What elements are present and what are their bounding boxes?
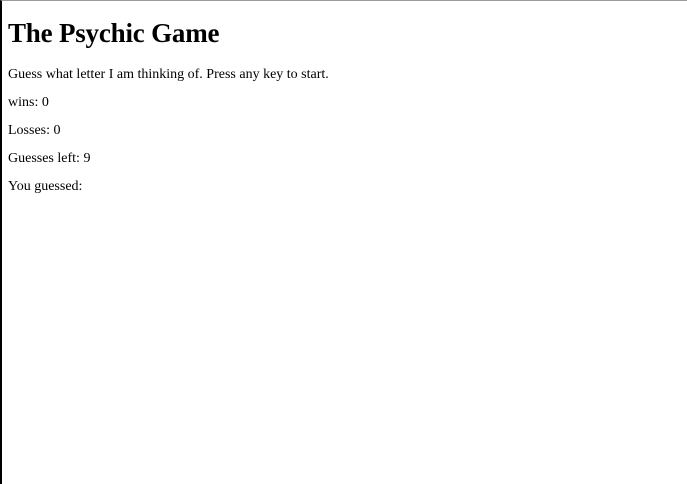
wins-label: wins: <box>8 95 42 110</box>
guesses-left-stat: Guesses left: 9 <box>8 151 687 167</box>
losses-label: Losses: <box>8 123 54 138</box>
losses-stat: Losses: 0 <box>8 123 687 139</box>
wins-stat: wins: 0 <box>8 95 687 111</box>
losses-count: 0 <box>53 123 61 138</box>
guessed-label: You guessed: <box>8 179 83 194</box>
guesses-left-count: 9 <box>83 151 91 166</box>
guesses-left-label: Guesses left: <box>8 151 84 166</box>
guessed-letters-stat: You guessed: <box>8 179 687 195</box>
page-title: The Psychic Game <box>8 18 220 48</box>
instructions-text: Guess what letter I am thinking of. Pres… <box>8 67 329 82</box>
game-page: The Psychic Game Guess what letter I am … <box>2 18 687 195</box>
wins-count: 0 <box>41 95 49 110</box>
